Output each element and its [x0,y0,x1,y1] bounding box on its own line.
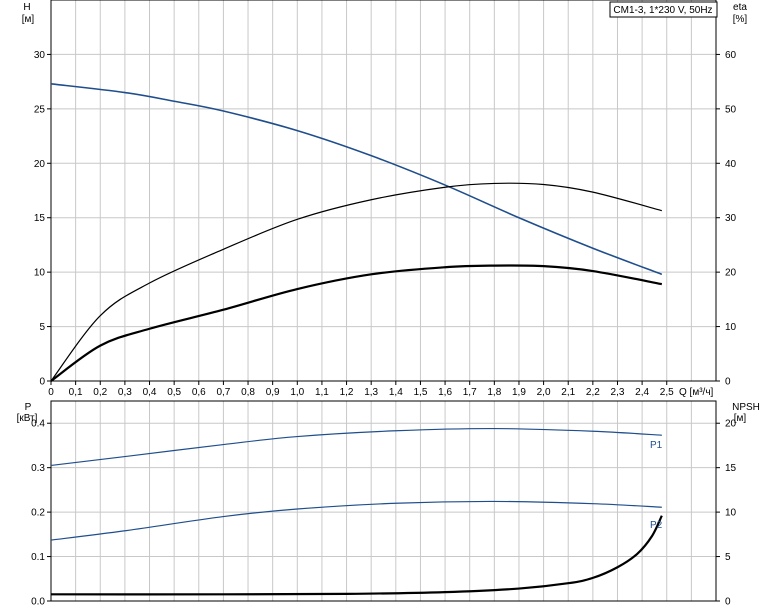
npsh-axis-label: NPSH [732,402,760,413]
chart-title: CM1-3, 1*230 V, 50Hz [613,5,712,16]
top-plot-frame [50,0,717,382]
top-right-tick-label: 50 [725,104,737,115]
top-series-2-line [50,264,663,382]
x-axis-label: Q [м³/ч] [679,387,714,398]
bottom-series-P2-line [50,500,662,541]
top-x-tick-label: 0,2 [93,387,107,398]
p-axis-unit: [кВт] [17,413,38,424]
top-x-tick-label: 0,7 [216,387,230,398]
top-left-tick-label: 15 [34,213,46,224]
top-left-tick-label: 5 [39,322,45,333]
top-x-tick-label: 0,4 [143,387,157,398]
bottom-left-tick-label: 0.2 [31,508,45,519]
p2-series-label: P2 [650,520,663,531]
p1-series-label: P1 [650,440,663,451]
bottom-right-tick-label: 15 [725,463,737,474]
top-chart: 0 0,1 0,2 0,3 0,4 0,5 0,6 0,7 0,8 0,9 1,0 1,1 1,2 1,3… [22,0,748,398]
y-left-label: H [23,2,30,13]
top-x-tick-label: 2,4 [635,387,649,398]
top-left-tick-label: 25 [34,104,46,115]
top-x-tick-label: 2,0 [537,387,551,398]
bottom-series-P1-line [50,427,662,467]
top-x-tick-label: 1,3 [364,387,378,398]
bottom-right-tick-label: 5 [725,552,731,563]
top-x-tick-label: 2,5 [660,387,674,398]
top-x-tick-label: 0,6 [192,387,206,398]
top-x-tick-label: 2,3 [611,387,625,398]
top-x-tick-label: 1,4 [389,387,403,398]
top-series [50,83,663,382]
top-x-tick-label: 0 [48,387,54,398]
top-x-tick-label: 1,7 [463,387,477,398]
top-x-tick-label: 0,9 [266,387,280,398]
top-x-tick-label: 0,1 [69,387,83,398]
y-right-label: eta [733,2,747,13]
top-x-tick-label: 1,5 [413,387,427,398]
bottom-left-tick-label: 0.0 [31,597,45,608]
top-x-ticks: 0 0,1 0,2 0,3 0,4 0,5 0,6 0,7 0,8 0,9 1,0 1,1 1,2 1,3… [48,381,674,398]
top-x-tick-label: 1,2 [340,387,354,398]
top-right-tick-label: 10 [725,322,737,333]
top-left-ticks: 0 5 10 15 20 25 30 [34,50,51,388]
p-axis-label: P [25,402,32,413]
bottom-series-2-line [50,515,663,596]
top-left-tick-label: 0 [39,377,45,388]
top-x-tick-label: 1,1 [315,387,329,398]
top-right-tick-label: 40 [725,159,737,170]
top-right-tick-label: 60 [725,50,737,61]
top-grid [51,0,716,381]
bottom-chart: 0.00.10.20.30.4 05101520 P [кВт] NPSH [м… [17,400,760,608]
bottom-series [50,427,663,596]
top-x-tick-label: 2,2 [586,387,600,398]
y-right-unit: [%] [733,14,748,25]
top-x-tick-label: 1,8 [487,387,501,398]
bottom-left-ticks: 0.00.10.20.30.4 [31,419,51,608]
top-x-tick-label: 1,6 [438,387,452,398]
top-x-tick-label: 0,3 [118,387,132,398]
top-series-0-line [50,83,663,276]
bottom-right-tick-label: 0 [725,597,731,608]
y-left-unit: [м] [22,14,35,25]
top-x-tick-label: 0,8 [241,387,255,398]
npsh-axis-unit: [м] [734,413,747,424]
pump-curve-figure: 0 0,1 0,2 0,3 0,4 0,5 0,6 0,7 0,8 0,9 1,0 1,1 1,2 1,3… [17,0,760,608]
top-right-tick-label: 0 [725,377,731,388]
top-series-1-line [50,182,662,382]
top-left-tick-label: 10 [34,268,46,279]
bottom-left-tick-label: 0.1 [31,552,45,563]
top-right-tick-label: 20 [725,268,737,279]
bottom-right-ticks: 05101520 [716,419,737,608]
top-right-tick-label: 30 [725,213,737,224]
top-x-tick-label: 1,0 [290,387,304,398]
top-x-tick-label: 2,1 [561,387,575,398]
bottom-left-tick-label: 0.3 [31,463,45,474]
bottom-right-tick-label: 10 [725,508,737,519]
top-right-ticks: 0 10 20 30 40 50 60 [716,50,737,388]
top-x-tick-label: 1,9 [512,387,526,398]
top-left-tick-label: 30 [34,50,46,61]
top-x-tick-label: 0,5 [167,387,181,398]
top-left-tick-label: 20 [34,159,46,170]
